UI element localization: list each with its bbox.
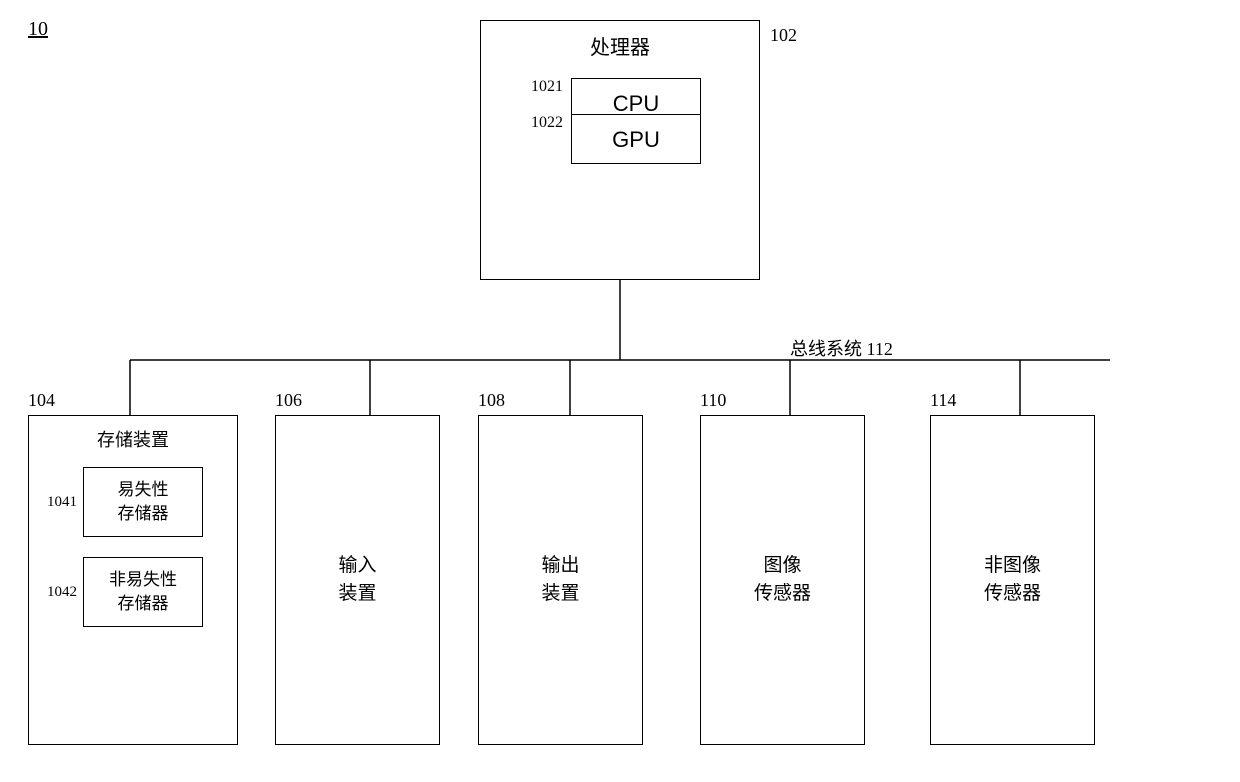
volatile-memory-label: 易失性存储器 (118, 478, 169, 526)
image-sensor-ref-label: 110 (700, 390, 726, 411)
nonimage-sensor-ref-label: 114 (930, 390, 956, 411)
gpu-box: GPU (571, 114, 701, 164)
nonvolatile-memory-box: 非易失性存储器 (83, 557, 203, 627)
nonimage-sensor-box: 非图像传感器 (930, 415, 1095, 745)
output-device-label: 输出装置 (541, 552, 579, 609)
image-sensor-label: 图像传感器 (754, 552, 811, 609)
input-device-label: 输入装置 (338, 552, 376, 609)
image-sensor-box: 图像传感器 (700, 415, 865, 745)
volatile-memory-box: 易失性存储器 (83, 467, 203, 537)
diagram: 10 处理器 1021 CPU 1022 GPU 102 总线系统 112 10… (0, 0, 1240, 782)
output-ref-label: 108 (478, 390, 505, 411)
bus-label: 总线系统 112 (790, 335, 893, 361)
input-ref-label: 106 (275, 390, 302, 411)
processor-box: 处理器 1021 CPU 1022 GPU (480, 20, 760, 280)
nonvolatile-memory-label: 非易失性存储器 (109, 568, 177, 616)
gpu-label: GPU (612, 127, 660, 152)
nonvolatile-ref-label: 1042 (47, 584, 77, 601)
cpu-ref-label: 1021 (531, 78, 563, 95)
output-device-box: 输出装置 (478, 415, 643, 745)
system-ref-label: 10 (28, 18, 48, 41)
input-device-box: 输入装置 (275, 415, 440, 745)
nonimage-sensor-label: 非图像传感器 (984, 552, 1041, 609)
cpu-label: CPU (613, 91, 659, 116)
processor-ref-label: 102 (770, 25, 797, 46)
storage-title: 存储装置 (29, 426, 237, 452)
storage-ref-label: 104 (28, 390, 55, 411)
storage-box: 存储装置 1041 易失性存储器 1042 非易失性存储器 (28, 415, 238, 745)
processor-title: 处理器 (481, 31, 759, 60)
volatile-ref-label: 1041 (47, 494, 77, 511)
gpu-ref-label: 1022 (531, 114, 563, 131)
